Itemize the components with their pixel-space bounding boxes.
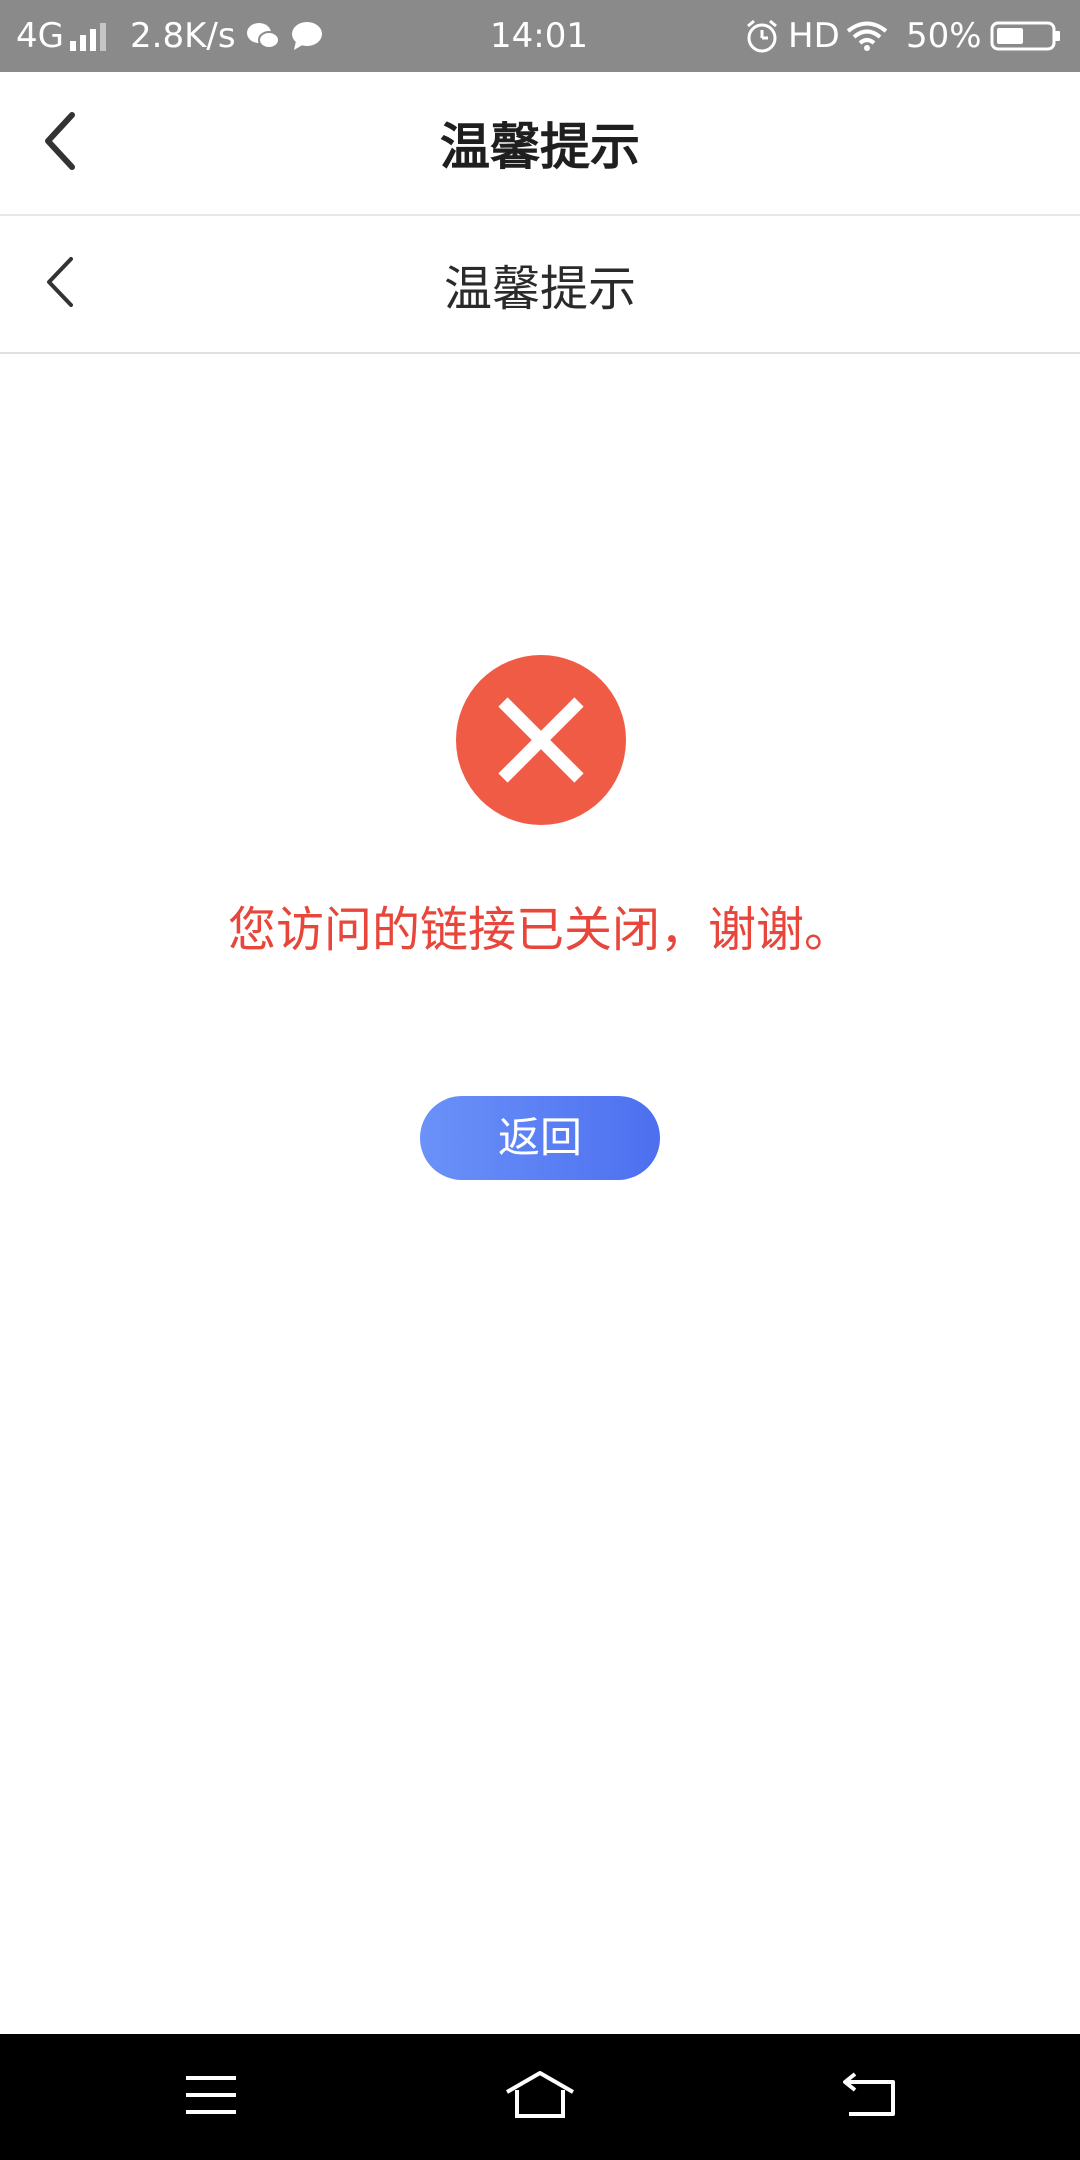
error-message: 您访问的链接已关闭，谢谢。 (227, 902, 852, 958)
back-button[interactable] (0, 72, 120, 214)
home-icon (505, 2070, 575, 2124)
chevron-left-icon (40, 111, 80, 175)
network-type: 4G (16, 16, 64, 56)
app-header: 温馨提示 (0, 72, 1080, 216)
return-button[interactable]: 返回 (420, 1096, 660, 1180)
status-bar: 4G 2.8K/s 14:01 HD 50% (0, 0, 1080, 72)
web-page-title: 温馨提示 (443, 261, 636, 317)
page-title: 温馨提示 (440, 118, 640, 176)
chevron-left-icon (43, 255, 77, 313)
menu-icon (184, 2074, 238, 2120)
system-nav-bar (0, 2034, 1080, 2160)
web-back-button[interactable] (0, 216, 120, 352)
nav-back-button[interactable] (789, 2034, 949, 2160)
hd-indicator: HD (788, 16, 840, 56)
clock-time: 14:01 (490, 16, 588, 56)
network-speed: 2.8K/s (130, 16, 236, 56)
back-icon (841, 2072, 897, 2122)
signal-icon (70, 0, 110, 72)
message-icon (290, 0, 324, 72)
error-x-icon (456, 655, 626, 825)
wechat-icon (246, 0, 280, 72)
battery-percent: 50% (906, 16, 982, 56)
web-header: 温馨提示 (0, 216, 1080, 354)
home-button[interactable] (460, 2034, 620, 2160)
battery-icon (990, 0, 1062, 72)
menu-button[interactable] (131, 2034, 291, 2160)
wifi-icon (846, 0, 888, 72)
alarm-icon (744, 0, 780, 72)
